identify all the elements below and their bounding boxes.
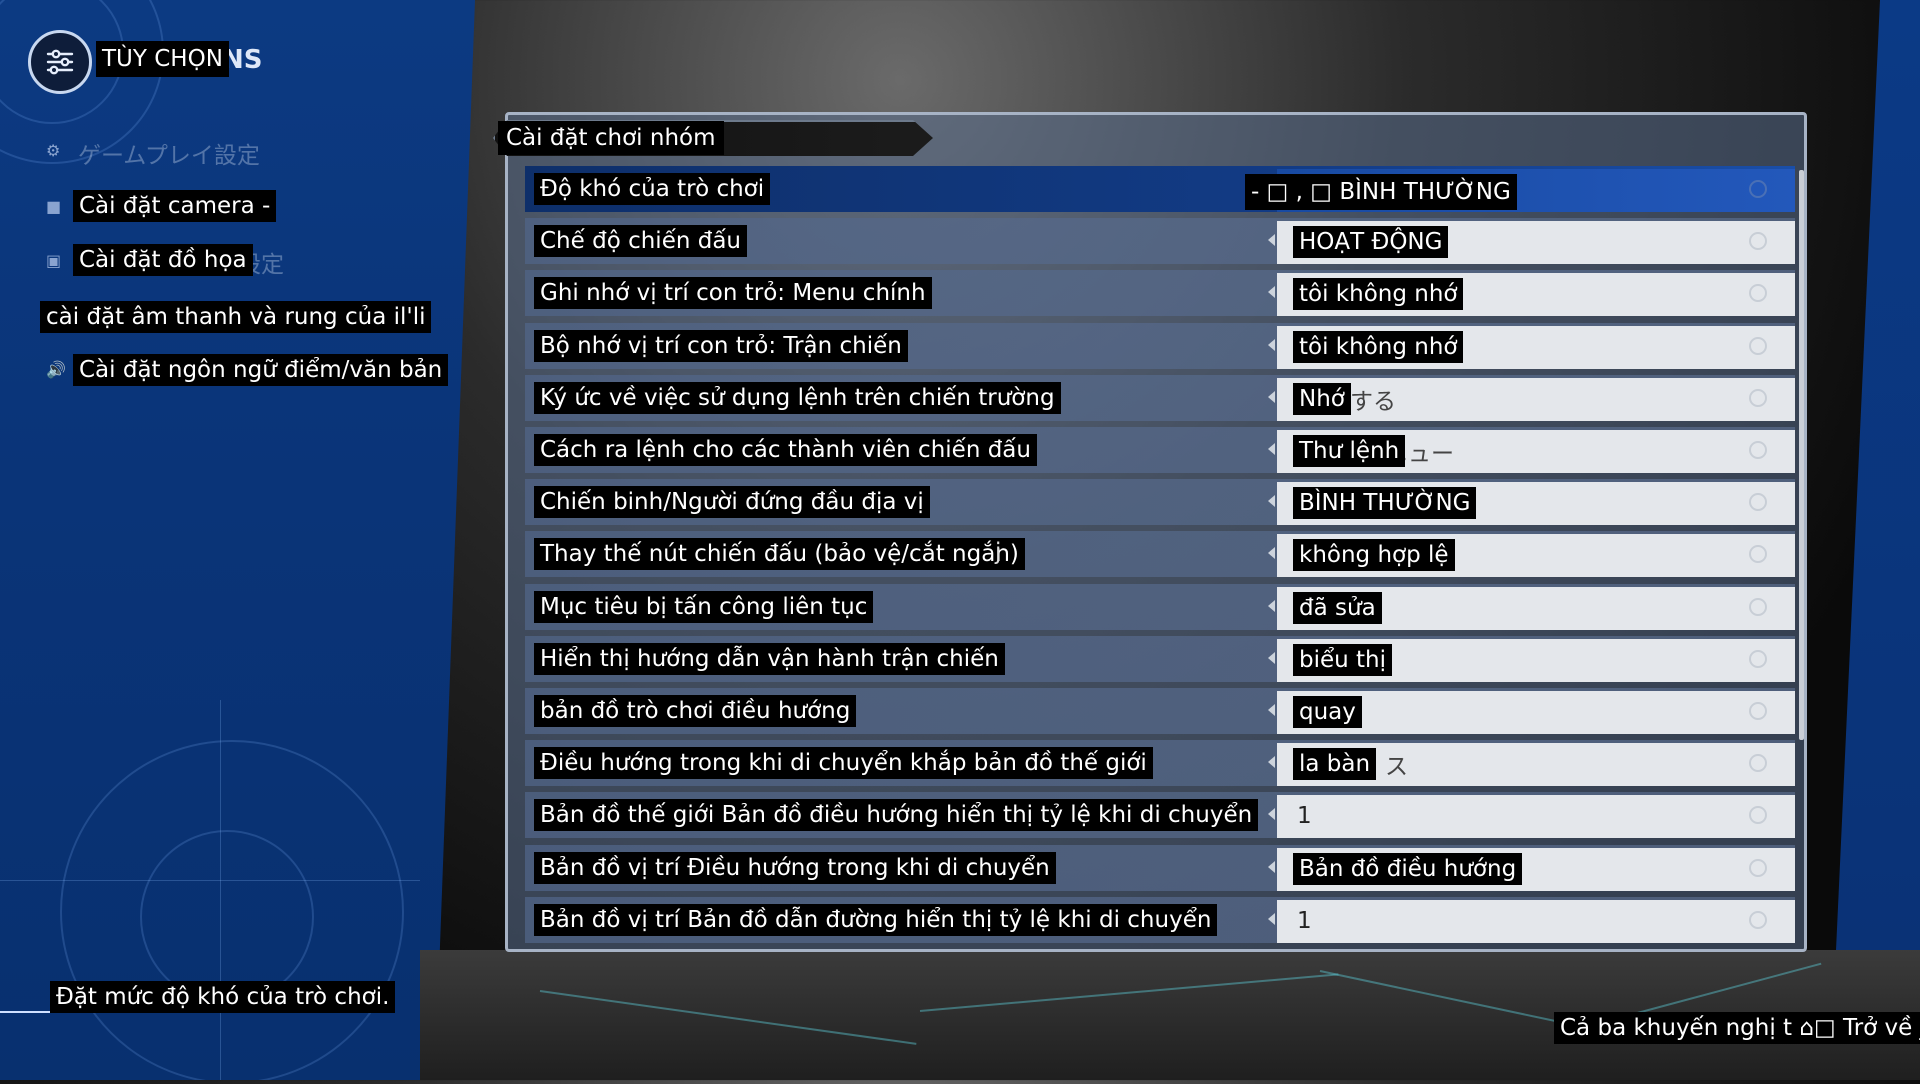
- left-arrow-icon[interactable]: [1268, 443, 1275, 455]
- setting-value: tôi không nhớ: [1293, 278, 1464, 310]
- setting-row[interactable]: Chế độ chiến đấu HOẠT ĐỘNG: [525, 218, 1795, 264]
- circle-icon: [1749, 493, 1767, 511]
- setting-row[interactable]: Mục tiêu bị tấn công liên tục đã sửa: [525, 584, 1795, 630]
- left-arrow-icon[interactable]: [1268, 234, 1275, 246]
- left-arrow-icon[interactable]: [1268, 704, 1275, 716]
- setting-value: HOẠT ĐỘNG: [1293, 226, 1449, 258]
- left-arrow-icon[interactable]: [1268, 600, 1275, 612]
- circle-icon: [1749, 232, 1767, 250]
- setting-value: 1: [1297, 908, 1312, 934]
- camera-icon: ■: [46, 197, 62, 216]
- setting-row[interactable]: Bản đồ vị trí Bản đồ dẫn đường hiển thị …: [525, 897, 1795, 943]
- setting-row[interactable]: Hiển thị hướng dẫn vận hành trận chiến bi…: [525, 636, 1795, 682]
- button-hint: Cả ba khuyến nghị t ⌂□ Trở về juả: [1554, 1012, 1920, 1044]
- setting-value: biểu thị: [1293, 644, 1393, 676]
- circle-icon: [1749, 441, 1767, 459]
- setting-label: Cách ra lệnh cho các thành viên chiến đấ…: [534, 434, 1037, 466]
- setting-value: Bản đồ điều hướng: [1293, 853, 1523, 885]
- value-overflow: ス: [1385, 754, 1408, 780]
- setting-label: bản đồ trò chơi điều hướng: [534, 695, 857, 727]
- setting-label: Bộ nhớ vị trí con trỏ: Trận chiến: [534, 330, 908, 362]
- setting-label: Độ khó của trò chơi: [534, 173, 771, 205]
- setting-value: la bàn: [1293, 748, 1377, 780]
- setting-value: Nhớ: [1293, 383, 1351, 415]
- circle-icon: [1749, 598, 1767, 616]
- right-decor-strip: [1830, 0, 1920, 1080]
- value-background: [1277, 900, 1795, 943]
- footer-divider: [0, 1011, 50, 1013]
- left-arrow-icon[interactable]: [1268, 286, 1275, 298]
- circle-icon: [1749, 911, 1767, 929]
- setting-label: Chế độ chiến đấu: [534, 225, 748, 257]
- left-arrow-icon[interactable]: [1268, 756, 1275, 768]
- circle-icon: [1749, 650, 1767, 668]
- circle-icon: [1749, 180, 1767, 198]
- setting-row[interactable]: Điều hướng trong khi di chuyển khắp bản …: [525, 740, 1795, 786]
- label-overflow: j: [995, 539, 1002, 565]
- setting-row[interactable]: Cách ra lệnh cho các thành viên chiến đấ…: [525, 427, 1795, 473]
- setting-label: Bản đồ vị trí Điều hướng trong khi di ch…: [534, 852, 1056, 884]
- setting-row[interactable]: Chiến binh/Người đứng đầu địa vị BÌNH THƯ…: [525, 479, 1795, 525]
- left-arrow-icon[interactable]: [1268, 861, 1275, 873]
- circle-icon: [1749, 702, 1767, 720]
- sidebar-item-camera[interactable]: Cài đặt camera -: [73, 190, 277, 222]
- sidebar-item-language[interactable]: Cài đặt ngôn ngữ điểm/văn bản: [73, 354, 449, 386]
- gear-icon: ⚙: [46, 141, 61, 160]
- circle-icon: [1749, 859, 1767, 877]
- circle-icon: [1749, 337, 1767, 355]
- left-arrow-icon[interactable]: [1268, 339, 1275, 351]
- options-icon: [28, 30, 92, 94]
- setting-label: Bản đồ thế giới Bản đồ điều hướng hiển t…: [534, 799, 1259, 831]
- circle-icon: [1749, 806, 1767, 824]
- setting-row[interactable]: Độ khó của trò chơi - □ , □ BÌNH THƯỜNG: [525, 166, 1795, 212]
- setting-label: Thay thế nút chiến đấu (bảo vệ/cắt ngắn): [534, 538, 1025, 570]
- circle-icon: [1749, 754, 1767, 772]
- circle-icon: [1749, 284, 1767, 302]
- setting-label: Chiến binh/Người đứng đầu địa vị: [534, 486, 930, 518]
- setting-value: không hợp lệ: [1293, 539, 1455, 571]
- setting-label: Ký ức về việc sử dụng lệnh trên chiến tr…: [534, 382, 1061, 414]
- setting-row[interactable]: Bản đồ thế giới Bản đồ điều hướng hiển t…: [525, 792, 1795, 838]
- left-arrow-icon[interactable]: [1268, 808, 1275, 820]
- left-arrow-icon[interactable]: [1268, 495, 1275, 507]
- setting-value: BÌNH THƯỜNG: [1293, 487, 1477, 519]
- sidebar-item-sound[interactable]: cài đặt âm thanh và rung của il'li: [40, 301, 432, 333]
- setting-row[interactable]: Thay thế nút chiến đấu (bảo vệ/cắt ngắn)…: [525, 531, 1795, 577]
- setting-label: Hiển thị hướng dẫn vận hành trận chiến: [534, 643, 1005, 675]
- setting-description: Đặt mức độ khó của trò chơi.: [50, 981, 396, 1013]
- value-background: [1277, 795, 1795, 838]
- sidebar-item-graphics[interactable]: Cài đặt đồ họa: [73, 244, 253, 276]
- left-arrow-icon[interactable]: [1268, 913, 1275, 925]
- setting-value: 1: [1297, 803, 1312, 829]
- circle-icon: [1749, 545, 1767, 563]
- setting-row[interactable]: Bộ nhớ vị trí con trỏ: Trận chiến tôi khô…: [525, 323, 1795, 369]
- setting-value: Thư lệnh: [1293, 435, 1406, 467]
- setting-label: Bản đồ vị trí Bản đồ dẫn đường hiển thị …: [534, 904, 1218, 936]
- left-arrow-icon[interactable]: [1268, 652, 1275, 664]
- setting-value: - □ , □ BÌNH THƯỜNG: [1245, 174, 1517, 210]
- circle-icon: [1749, 389, 1767, 407]
- setting-row[interactable]: Ký ức về việc sử dụng lệnh trên chiến tr…: [525, 375, 1795, 421]
- setting-value: tôi không nhớ: [1293, 331, 1464, 363]
- setting-value: quay: [1293, 696, 1362, 728]
- setting-label: Mục tiêu bị tấn công liên tục: [534, 591, 874, 623]
- group-title: Cài đặt chơi nhóm: [498, 121, 724, 155]
- setting-label: Ghi nhớ vị trí con trỏ: Menu chính: [534, 277, 932, 309]
- speaker-icon: 🔊: [46, 360, 66, 379]
- value-overflow: する: [1350, 389, 1396, 415]
- setting-row[interactable]: bản đồ trò chơi điều hướng quay: [525, 688, 1795, 734]
- sidebar-item-gameplay[interactable]: ゲームプレイ設定: [78, 136, 260, 170]
- left-arrow-icon[interactable]: [1268, 547, 1275, 559]
- image-icon: ▣: [46, 251, 62, 270]
- setting-row[interactable]: Bản đồ vị trí Điều hướng trong khi di ch…: [525, 845, 1795, 891]
- scrollbar[interactable]: [1799, 170, 1804, 740]
- setting-label: Điều hướng trong khi di chuyển khắp bản …: [534, 747, 1153, 779]
- setting-value: đã sửa: [1293, 592, 1382, 624]
- setting-row[interactable]: Ghi nhớ vị trí con trỏ: Menu chính tôi kh…: [525, 270, 1795, 316]
- left-arrow-icon[interactable]: [1268, 391, 1275, 403]
- page-title: TÙY CHỌN: [96, 41, 229, 77]
